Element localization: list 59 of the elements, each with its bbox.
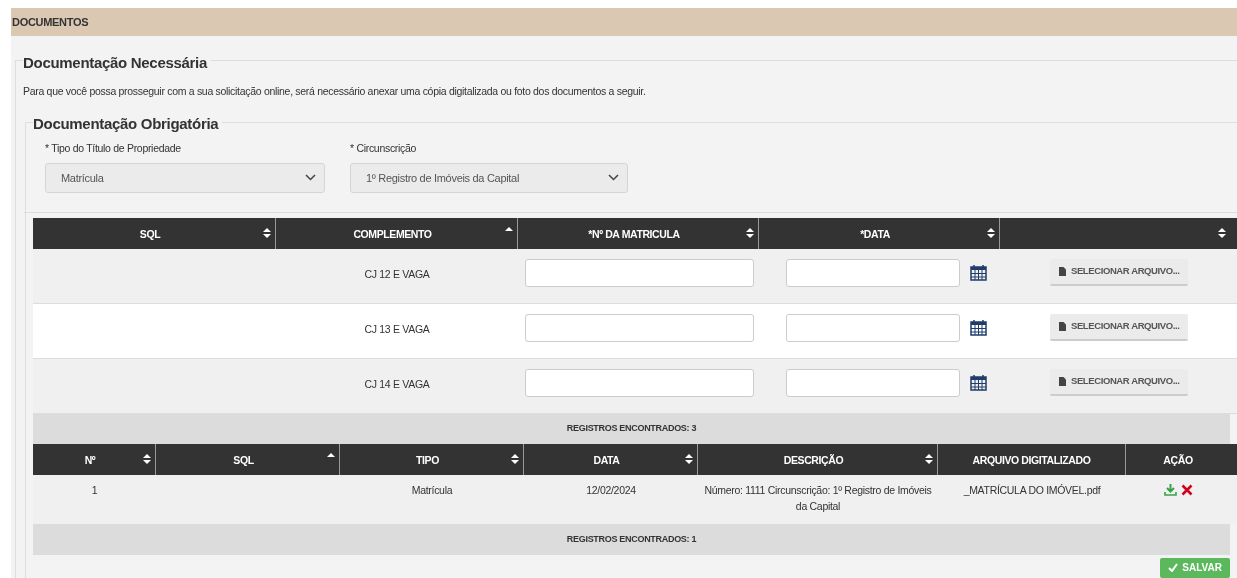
column-header[interactable]: Nº <box>84 454 96 467</box>
table-cell: 12/02/2024 <box>586 483 636 496</box>
sort-icon[interactable] <box>263 227 271 240</box>
table-cell: Número: 1111 Circunscrição: 1º Registro de Imóveis da Capital <box>704 483 932 512</box>
field-label: * Tipo do Título de Propriedade <box>45 141 182 156</box>
sort-icon[interactable] <box>746 227 754 240</box>
table-cell: _MATRÍCULA DO IMÓVEL.pdf <box>963 483 1101 496</box>
file-icon <box>1059 266 1066 276</box>
sort-ascending-icon[interactable] <box>327 451 335 457</box>
column-header[interactable]: DATA <box>593 454 620 467</box>
sort-ascending-icon[interactable] <box>505 225 513 231</box>
sort-icon[interactable] <box>511 453 519 466</box>
sort-icon[interactable] <box>925 453 933 466</box>
column-header[interactable]: AÇÃO <box>1163 454 1193 467</box>
section-title: DOCUMENTOS <box>12 14 89 30</box>
sort-icon[interactable] <box>1218 227 1226 240</box>
calendar-icon[interactable] <box>970 263 987 281</box>
field-label: * Circunscrição <box>350 141 418 156</box>
chevron-down-icon <box>608 174 619 182</box>
records-count: REGISTROS ENCONTRADOS: 3 <box>566 422 697 435</box>
column-header[interactable]: SQL <box>139 228 161 241</box>
column-header[interactable]: SQL <box>233 454 254 467</box>
download-icon[interactable] <box>1163 483 1177 496</box>
section-heading: Documentação Necessária <box>23 54 212 71</box>
column-header[interactable]: TIPO <box>416 454 439 467</box>
input-field[interactable] <box>525 313 754 342</box>
calendar-icon[interactable] <box>970 373 987 391</box>
select-file-button[interactable]: SELECIONAR ARQUIVO... <box>1050 313 1189 341</box>
column-header[interactable]: *Nº DA MATRICULA <box>588 228 680 241</box>
date-input-field[interactable] <box>786 313 960 342</box>
dropdown[interactable]: Matrícula <box>45 162 325 193</box>
sort-icon[interactable] <box>685 453 693 466</box>
dropdown[interactable]: 1º Registro de Imóveis da Capital <box>350 162 628 193</box>
chevron-down-icon <box>305 174 316 182</box>
calendar-icon[interactable] <box>970 318 987 336</box>
column-header[interactable]: ARQUIVO DIGITALIZADO <box>972 454 1091 467</box>
delete-icon[interactable] <box>1180 483 1193 496</box>
column-header[interactable]: COMPLEMENTO <box>353 228 432 241</box>
check-icon <box>1168 563 1179 573</box>
file-icon <box>1059 376 1066 386</box>
table-cell: Matrícula <box>411 483 453 496</box>
table-cell: CJ 12 E VAGA <box>364 267 430 280</box>
input-field[interactable] <box>525 258 754 287</box>
date-input-field[interactable] <box>786 368 960 397</box>
description-text: Para que você possa prosseguir com a sua solicitação online, será necessário anexar uma cópia digitalizada ou foto dos documentos a seguir. <box>23 85 646 97</box>
column-header[interactable]: DESCRIÇÃO <box>783 454 844 467</box>
sort-icon[interactable] <box>987 227 995 240</box>
subsection-heading: Documentação Obrigatória <box>33 115 223 132</box>
select-file-button[interactable]: SELECIONAR ARQUIVO... <box>1050 258 1189 286</box>
table-cell: CJ 13 E VAGA <box>364 322 430 335</box>
file-icon <box>1059 321 1066 331</box>
date-input-field[interactable] <box>786 258 960 287</box>
table-cell: 1 <box>91 483 98 496</box>
column-header[interactable]: *DATA <box>860 228 890 241</box>
select-file-button[interactable]: SELECIONAR ARQUIVO... <box>1050 368 1189 396</box>
input-field[interactable] <box>525 368 754 397</box>
sort-icon[interactable] <box>143 453 151 466</box>
records-count: REGISTROS ENCONTRADOS: 1 <box>566 532 697 546</box>
table-cell: CJ 14 E VAGA <box>364 377 430 390</box>
